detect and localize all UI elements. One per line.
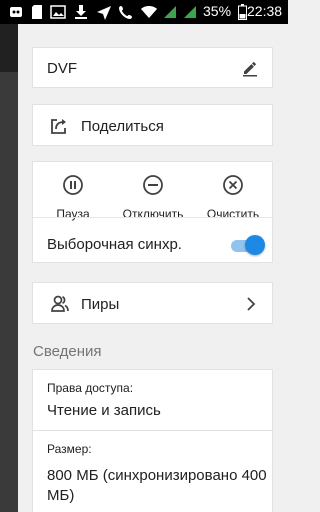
size-card: Размер: 800 МБ (синхронизировано 400 МБ) [32, 430, 273, 512]
signal-2-icon [182, 4, 198, 20]
pause-label: Пауза [56, 207, 90, 221]
size-value: 800 МБ (синхронизировано 400 МБ) [47, 467, 267, 504]
background-app-scrim[interactable] [0, 24, 18, 512]
signal-icon [162, 4, 178, 20]
clear-label: Очистить [206, 207, 260, 221]
peers-icon [50, 294, 70, 319]
sd-card-icon [30, 4, 44, 20]
missed-call-icon [118, 4, 134, 20]
selective-sync-toggle[interactable] [229, 235, 265, 255]
battery-percent: 35% [203, 3, 232, 19]
edit-pencil-icon[interactable] [241, 59, 259, 82]
download-icon [73, 4, 89, 20]
chevron-right-icon [245, 296, 257, 317]
toggle-thumb [245, 235, 265, 255]
share-label: Поделиться [81, 118, 164, 135]
minus-circle-icon [142, 174, 164, 201]
pause-button[interactable]: Пауза [38, 174, 108, 221]
wifi-icon [140, 4, 158, 20]
peers-label: Пиры [81, 296, 120, 313]
share-icon [49, 116, 69, 141]
peers-row[interactable]: Пиры [32, 282, 273, 324]
size-label: Размер: [47, 442, 92, 456]
disconnect-button[interactable]: Отключить [118, 174, 188, 221]
clear-button[interactable]: Очистить [198, 174, 268, 221]
selective-sync-label: Выборочная синхр. [47, 236, 182, 253]
access-value: Чтение и запись [47, 402, 161, 419]
x-circle-icon [222, 174, 244, 201]
clock: 22:38 [247, 3, 283, 19]
access-label: Права доступа: [47, 381, 134, 395]
battery-icon [237, 4, 247, 20]
share-button[interactable]: Поделиться [32, 104, 273, 146]
folder-name: DVF [47, 60, 77, 77]
access-rights-card: Права доступа: Чтение и запись [32, 369, 273, 431]
status-bar: 35% 22:38 [0, 0, 288, 24]
folder-details-panel: DVF Поделиться Пауза Отключить Очистить … [18, 24, 288, 512]
pause-circle-icon [62, 174, 84, 201]
notification-app-icon [7, 4, 25, 20]
details-header: Сведения [33, 343, 102, 360]
disconnect-label: Отключить [122, 207, 184, 221]
background-app-toolbar [0, 24, 18, 72]
send-icon [96, 4, 112, 20]
folder-actions-card: Пауза Отключить Очистить Выборочная синх… [32, 161, 274, 263]
gallery-icon [50, 4, 66, 20]
folder-name-row[interactable]: DVF [32, 47, 273, 88]
divider [33, 217, 274, 218]
